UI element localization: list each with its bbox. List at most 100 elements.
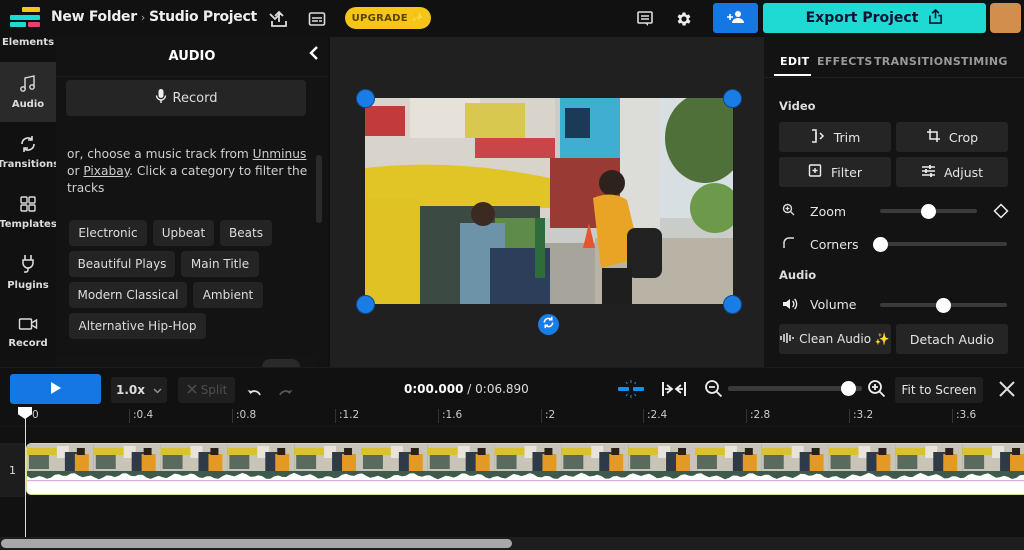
share-upload-icon[interactable]: [269, 9, 289, 29]
trim-button[interactable]: Trim: [779, 122, 891, 152]
volume-slider-thumb[interactable]: [936, 298, 951, 313]
adjust-label: Adjust: [943, 164, 984, 180]
clip-thumbnail-frame: [895, 444, 963, 471]
ruler-tick: :2: [541, 409, 555, 423]
ruler-tick: :2.4: [643, 409, 667, 423]
sidebar-item-record[interactable]: Record: [0, 302, 56, 362]
detach-audio-button[interactable]: Detach Audio: [896, 324, 1008, 354]
total-duration: 0:06.890: [475, 382, 529, 396]
tab-timing[interactable]: TIMING: [961, 55, 1008, 68]
undo-icon[interactable]: [247, 383, 261, 402]
play-button[interactable]: [10, 374, 101, 404]
resize-handle-bottom-left[interactable]: [356, 295, 375, 314]
zoom-out-icon[interactable]: [704, 379, 723, 402]
audio-panel-scrollbar[interactable]: [316, 155, 322, 223]
invite-user-button[interactable]: [713, 3, 758, 33]
volume-label: Volume: [810, 297, 857, 312]
video-frame-image: [365, 98, 733, 304]
category-chip-beats[interactable]: Beats: [220, 220, 272, 246]
user-avatar[interactable]: [990, 3, 1021, 33]
snap-magnet-icon[interactable]: [617, 378, 645, 404]
project-title[interactable]: Studio Project: [149, 9, 257, 25]
split-button[interactable]: Split: [178, 377, 235, 403]
category-chip-alternative-hip-hop[interactable]: Alternative Hip-Hop: [69, 313, 206, 339]
redo-icon[interactable]: [279, 383, 293, 402]
filter-button[interactable]: Filter: [779, 157, 891, 187]
export-share-icon: [928, 8, 943, 28]
category-chip-electronic[interactable]: Electronic: [69, 220, 147, 246]
sidebar-item-plugins[interactable]: Plugins: [0, 242, 56, 302]
microphone-icon: [155, 88, 167, 108]
track-number-label[interactable]: 1: [0, 443, 25, 497]
zoom-in-icon[interactable]: [867, 379, 886, 402]
subtitles-icon[interactable]: [307, 9, 327, 29]
video-camera-icon: [18, 316, 38, 335]
rotate-icon: [542, 316, 555, 333]
crop-button[interactable]: Crop: [896, 122, 1008, 152]
category-chip-upbeat[interactable]: Upbeat: [153, 220, 214, 246]
corners-slider-thumb[interactable]: [872, 237, 888, 252]
settings-gear-icon[interactable]: [674, 9, 694, 29]
clean-audio-button[interactable]: Clean Audio ✨: [779, 324, 891, 354]
unminus-link[interactable]: Unminus: [253, 147, 307, 161]
ruler-tick: :0.8: [232, 409, 256, 423]
detach-audio-label: Detach Audio: [909, 331, 995, 347]
tab-effects[interactable]: EFFECTS: [817, 55, 873, 68]
rotate-handle[interactable]: [538, 314, 559, 335]
description-text: or, choose a music track from: [67, 147, 253, 161]
video-preview-frame[interactable]: [365, 98, 733, 304]
timeline-scrollbar-thumb[interactable]: [1, 539, 512, 548]
ruler-tick: :1.2: [335, 409, 359, 423]
sidebar-item-audio[interactable]: Audio: [0, 62, 56, 122]
sidebar-item-label: Transitions: [0, 158, 60, 170]
sidebar-item-label: Audio: [11, 98, 45, 110]
corners-label: Corners: [810, 237, 859, 252]
crop-label: Crop: [948, 129, 979, 145]
plug-icon: [19, 254, 37, 277]
video-clip[interactable]: [26, 443, 1024, 495]
resize-handle-top-left[interactable]: [356, 89, 375, 108]
zoom-slider-thumb[interactable]: [921, 204, 936, 219]
ruler-tick: :0.4: [129, 409, 153, 423]
zoom-magnifier-icon: [782, 203, 795, 220]
templates-grid-icon: [19, 195, 37, 216]
sidebar-item-elements[interactable]: Elements: [0, 27, 56, 57]
timeline-zoom-thumb[interactable]: [841, 381, 857, 396]
tab-edit[interactable]: EDIT: [780, 55, 809, 68]
clip-thumbnail-frame: [828, 444, 896, 471]
filter-icon: [808, 163, 823, 181]
category-chip-ambient[interactable]: Ambient: [193, 282, 263, 308]
upgrade-button[interactable]: UPGRADE ✨: [345, 7, 431, 29]
resize-handle-top-right[interactable]: [723, 89, 742, 108]
ruler-tick: :1.6: [438, 409, 462, 423]
app-logo[interactable]: [10, 7, 42, 29]
volume-line[interactable]: [27, 480, 1024, 482]
pixabay-link[interactable]: Pixabay: [83, 164, 129, 178]
category-chip-beautiful-plays[interactable]: Beautiful Plays: [69, 251, 175, 277]
category-chip-modern-classical[interactable]: Modern Classical: [69, 282, 187, 308]
record-audio-button[interactable]: Record: [66, 80, 306, 116]
fit-timeline-icon[interactable]: [661, 380, 687, 402]
comments-icon[interactable]: [635, 9, 655, 29]
playhead-line[interactable]: [25, 409, 26, 544]
collapse-panel-chevron-left-icon[interactable]: [308, 45, 320, 66]
adjust-button[interactable]: Adjust: [896, 157, 1008, 187]
breadcrumb-folder[interactable]: New Folder: [51, 9, 137, 25]
export-project-button[interactable]: Export Project: [763, 3, 986, 33]
keyframe-diamond-icon[interactable]: [993, 203, 1009, 223]
clip-thumbnail-frame: [494, 444, 562, 471]
timeline-ruler[interactable]: 0 :0.4 :0.8 :1.2 :1.6 :2 :2.4 :2.8 :3.2 …: [0, 407, 1024, 427]
corners-slider[interactable]: [880, 242, 1007, 246]
active-tab-indicator: [774, 74, 811, 76]
tab-transitions[interactable]: TRANSITIONS: [874, 55, 961, 68]
fit-to-screen-button[interactable]: Fit to Screen: [895, 377, 983, 403]
resize-handle-bottom-right[interactable]: [723, 295, 742, 314]
trim-icon: [810, 128, 826, 146]
sidebar-item-templates[interactable]: Templates: [0, 182, 57, 242]
timeline: 0 :0.4 :0.8 :1.2 :1.6 :2 :2.4 :2.8 :3.2 …: [0, 407, 1024, 550]
playback-speed-dropdown[interactable]: 1.0x: [111, 377, 167, 403]
timecode-display: 0:00.000 / 0:06.890: [404, 382, 529, 396]
category-chip-main-title[interactable]: Main Title: [181, 251, 259, 277]
sidebar-item-transitions[interactable]: Transitions: [0, 122, 60, 182]
close-timeline-icon[interactable]: [998, 380, 1016, 402]
